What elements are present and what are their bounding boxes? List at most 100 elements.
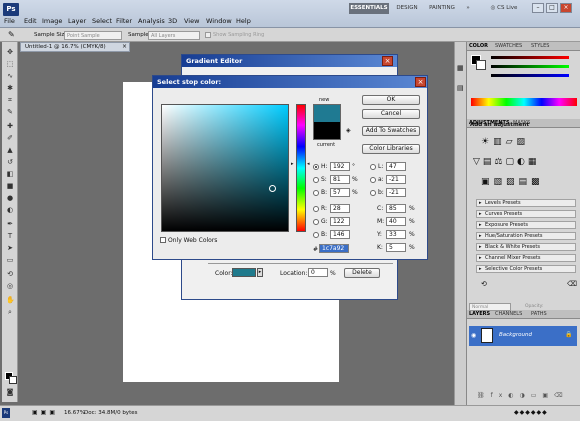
radio-b-lab[interactable]	[370, 190, 376, 196]
workspace-essentials[interactable]: ESSENTIALS	[349, 3, 389, 14]
preset-black-white[interactable]: Black & White Presets	[476, 243, 576, 251]
gradient-tool-icon[interactable]: ■	[6, 182, 14, 190]
menu-window[interactable]: Window	[206, 17, 232, 25]
preset-exposure[interactable]: Exposure Presets	[476, 221, 576, 229]
menu-layer[interactable]: Layer	[68, 17, 86, 25]
preset-hue-saturation[interactable]: Hue/Saturation Presets	[476, 232, 576, 240]
tab-styles[interactable]: STYLES	[531, 43, 549, 49]
color-cursor[interactable]	[269, 185, 276, 192]
adjustment-footer-icon[interactable]: ⟲	[481, 280, 487, 288]
color-ramp[interactable]	[471, 98, 577, 106]
menu-edit[interactable]: Edit	[24, 17, 37, 25]
adjustment-icons-row-3[interactable]: ▣▧▨▤▩	[481, 177, 544, 187]
input-b-lab[interactable]: -21	[386, 188, 406, 197]
ok-button[interactable]: OK	[362, 95, 420, 105]
blur-tool-icon[interactable]: ●	[6, 194, 14, 202]
input-black[interactable]: 5	[386, 243, 406, 252]
color-libraries-button[interactable]: Color Libraries	[362, 144, 420, 154]
sample-size-select[interactable]: Point Sample	[64, 31, 122, 40]
input-cyan[interactable]: 85	[386, 204, 406, 213]
cs-live-button[interactable]: ◎ CS Live	[484, 3, 524, 14]
taskbar-ps-icon[interactable]: Ps	[2, 408, 10, 418]
hex-input[interactable]: 1c7a92	[319, 244, 349, 253]
mini-bridge-icon[interactable]: ▦	[457, 64, 464, 72]
hand-tool-icon[interactable]: ✋	[6, 296, 15, 304]
radio-blue[interactable]	[313, 232, 319, 238]
hue-slider-right-arrow-icon[interactable]: ◂	[307, 161, 310, 167]
eyedropper-tool-icon[interactable]: ✎	[6, 108, 14, 116]
hue-slider-left-arrow-icon[interactable]: ▸	[291, 161, 294, 167]
quick-mask-icon[interactable]: ◙	[6, 388, 14, 396]
input-hue[interactable]: 192	[330, 162, 350, 171]
adjustment-trash-icon[interactable]: ⌫	[567, 280, 577, 288]
document-tab[interactable]: Untitled-1 @ 16.7% (CMYK/8)	[20, 42, 130, 52]
close-app-button[interactable]: ×	[560, 3, 572, 13]
pen-tool-icon[interactable]: ✒	[6, 220, 14, 228]
input-l[interactable]: 47	[386, 162, 406, 171]
eraser-tool-icon[interactable]: ◧	[6, 170, 14, 178]
tab-channels[interactable]: CHANNELS	[495, 311, 522, 317]
menu-file[interactable]: File	[4, 17, 15, 25]
zoom-readout[interactable]: 16.67%	[64, 410, 85, 416]
shape-tool-icon[interactable]: ▭	[6, 256, 14, 264]
menu-analysis[interactable]: Analysis	[138, 17, 165, 25]
type-tool-icon[interactable]: T	[6, 232, 14, 240]
maximize-button[interactable]: □	[546, 3, 558, 13]
radio-green[interactable]	[313, 219, 319, 225]
more-workspaces-icon[interactable]: »	[463, 3, 473, 14]
show-ring-checkbox[interactable]	[205, 32, 211, 38]
eyedropper-icon[interactable]: ✎	[8, 30, 15, 39]
tab-swatches[interactable]: SWATCHES	[495, 43, 522, 49]
location-input[interactable]: 0	[308, 268, 328, 277]
brush-tool-icon[interactable]: ✐	[6, 134, 14, 142]
adjustment-icons-row-1[interactable]: ☀▥▱▨	[481, 137, 529, 147]
history-icon[interactable]: ▤	[457, 84, 464, 92]
input-saturation[interactable]: 81	[330, 175, 350, 184]
workspace-design[interactable]: DESIGN	[393, 3, 421, 14]
green-slider[interactable]	[491, 65, 569, 68]
quick-select-tool-icon[interactable]: ✱	[6, 84, 14, 92]
tray-icons[interactable]: ◆◆◆◆◆◆	[514, 409, 548, 416]
panel-bg-swatch[interactable]	[476, 60, 486, 70]
marquee-tool-icon[interactable]: ⬚	[6, 60, 14, 68]
preset-channel-mixer[interactable]: Channel Mixer Presets	[476, 254, 576, 262]
tab-color[interactable]: COLOR	[469, 43, 488, 49]
menu-3d[interactable]: 3D	[168, 17, 177, 25]
sample-select[interactable]: All Layers	[148, 31, 200, 40]
minimize-button[interactable]: –	[532, 3, 544, 13]
preset-selective-color[interactable]: Selective Color Presets	[476, 265, 576, 273]
radio-red[interactable]	[313, 206, 319, 212]
zoom-tool-icon[interactable]: ⌕	[6, 308, 14, 316]
saturation-brightness-field[interactable]	[161, 104, 289, 232]
radio-saturation[interactable]	[313, 177, 319, 183]
preset-curves[interactable]: Curves Presets	[476, 210, 576, 218]
3d-rotate-tool-icon[interactable]: ⟲	[6, 270, 14, 278]
red-slider[interactable]	[491, 56, 569, 59]
input-red[interactable]: 28	[330, 204, 350, 213]
blend-mode-select[interactable]: Normal	[469, 303, 511, 311]
layer-row-background[interactable]: ◉ Background 🔒	[469, 326, 577, 346]
path-select-tool-icon[interactable]: ➤	[6, 244, 14, 252]
dodge-tool-icon[interactable]: ◐	[6, 206, 14, 214]
menu-view[interactable]: View	[184, 17, 199, 25]
menu-image[interactable]: Image	[42, 17, 62, 25]
workspace-painting[interactable]: PAINTING	[425, 3, 459, 14]
current-color-swatch[interactable]	[313, 122, 341, 140]
radio-a[interactable]	[370, 177, 376, 183]
input-a[interactable]: -21	[386, 175, 406, 184]
input-blue[interactable]: 146	[330, 230, 350, 239]
menu-filter[interactable]: Filter	[116, 17, 132, 25]
menu-help[interactable]: Help	[236, 17, 251, 25]
radio-l[interactable]	[370, 164, 376, 170]
layer-visibility-eye-icon[interactable]: ◉	[471, 332, 476, 339]
color-picker-close-button[interactable]: ×	[415, 77, 426, 87]
radio-brightness[interactable]	[313, 190, 319, 196]
layer-name[interactable]: Background	[499, 332, 532, 338]
add-to-swatches-button[interactable]: Add To Swatches	[362, 126, 420, 136]
lasso-tool-icon[interactable]: ∿	[6, 72, 14, 80]
only-web-colors-checkbox[interactable]	[160, 237, 166, 243]
preset-levels[interactable]: Levels Presets	[476, 199, 576, 207]
hue-slider[interactable]	[296, 104, 306, 232]
3d-camera-tool-icon[interactable]: ◎	[6, 282, 14, 290]
taskbar-window-icons[interactable]: ▣▣▣	[32, 409, 58, 416]
